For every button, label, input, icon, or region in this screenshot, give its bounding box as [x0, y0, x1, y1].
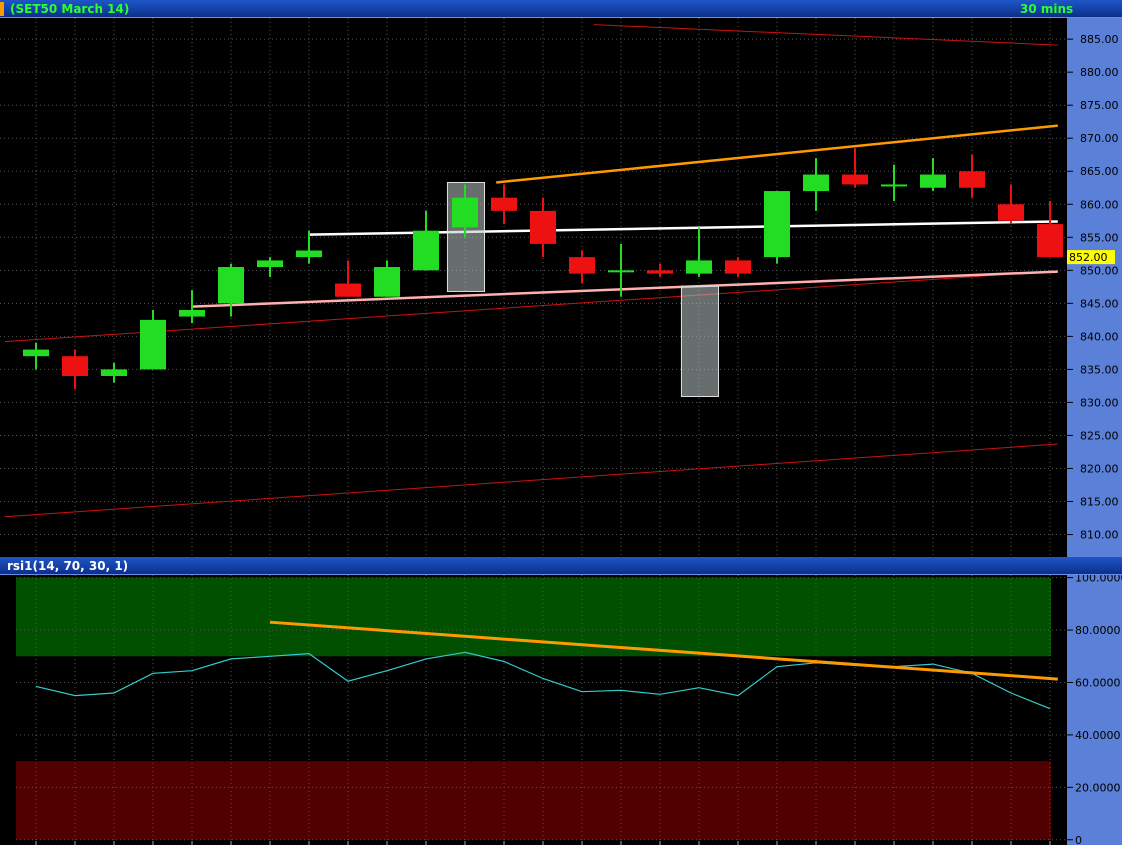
candle-body-up	[608, 270, 634, 273]
candle-body-up	[296, 250, 322, 258]
price-tick-label: 865.00	[1080, 165, 1119, 178]
price-panel: 885.00 880.00 875.00 870.00 865.00 860.00 855.…	[0, 18, 1122, 557]
price-tick-label: 825.00	[1080, 429, 1119, 442]
rsi-panel: 100.000080.000060.000040.000020.00000	[0, 572, 1122, 845]
candle-body-up	[686, 260, 712, 274]
candle-body-up	[374, 267, 400, 297]
price-tick-label: 850.00	[1080, 264, 1119, 277]
price-tick-label: 835.00	[1080, 363, 1119, 376]
candle-body-down	[569, 257, 595, 274]
price-plot-area	[0, 18, 1067, 557]
price-tick-label: 845.00	[1080, 297, 1119, 310]
candle-body-up	[764, 191, 790, 258]
highlight-box	[680, 285, 720, 397]
rsi-tick-label: 0	[1075, 834, 1082, 845]
candle-body-up	[140, 319, 166, 370]
candle-body-up	[452, 197, 478, 228]
trading-chart: 885.00 880.00 875.00 870.00 865.00 860.00 855.…	[0, 18, 1122, 845]
candle-body-down	[998, 204, 1024, 221]
price-tick-label: 855.00	[1080, 231, 1119, 244]
candle-body-up	[803, 174, 829, 192]
candle-body-down	[1037, 224, 1063, 258]
last-price-label: 852.00	[1069, 251, 1108, 264]
candle-body-up	[413, 230, 439, 271]
candle-body-down	[725, 260, 751, 274]
rsi-tick-label: 80.0000	[1075, 624, 1121, 637]
rsi-tick-label: 60.0000	[1075, 676, 1121, 689]
candle-body-down	[530, 210, 556, 244]
candle-body-up	[218, 267, 244, 304]
price-tick-label: 875.00	[1080, 99, 1119, 112]
candle-body-up	[101, 369, 127, 377]
rsi-axis-panel	[1067, 575, 1122, 845]
candle-body-down	[842, 174, 868, 185]
panel-marker-icon	[0, 2, 4, 16]
price-tick-label: 880.00	[1080, 66, 1119, 79]
price-panel-title: (SET50 March 14)	[10, 2, 130, 16]
candle-body-up	[179, 309, 205, 317]
rsi-tick-label: 40.0000	[1075, 729, 1121, 742]
price-tick-label: 840.00	[1080, 330, 1119, 343]
rsi-panel-title: rsi1(14, 70, 30, 1)	[7, 559, 129, 573]
rsi-zone-overbought	[16, 577, 1051, 657]
candle-body-up	[257, 260, 283, 268]
price-tick-label: 810.00	[1080, 529, 1119, 542]
candle-body-down	[959, 171, 985, 188]
candle-body-down	[491, 197, 517, 211]
candle-body-down	[335, 283, 361, 297]
price-panel-titlebar: (SET50 March 14) 30 mins	[0, 0, 1122, 18]
rsi-zone-oversold	[16, 761, 1051, 840]
price-tick-label: 885.00	[1080, 33, 1119, 46]
rsi-tick-label: 20.0000	[1075, 781, 1121, 794]
price-tick-label: 815.00	[1080, 496, 1119, 509]
candle-body-up	[920, 174, 946, 188]
price-tick-label: 870.00	[1080, 132, 1119, 145]
candle-body-up	[881, 184, 907, 187]
price-tick-label: 830.00	[1080, 396, 1119, 409]
candle-body-up	[23, 349, 49, 357]
rsi-panel-titlebar: rsi1(14, 70, 30, 1)	[0, 557, 1122, 575]
price-tick-label: 820.00	[1080, 462, 1119, 475]
interval-label: 30 mins	[1020, 2, 1074, 16]
candle-body-down	[62, 356, 88, 377]
price-tick-label: 860.00	[1080, 198, 1119, 211]
candle-body-down	[647, 270, 673, 274]
